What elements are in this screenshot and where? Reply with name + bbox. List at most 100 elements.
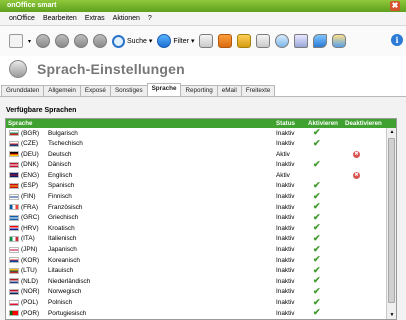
activate-check-icon[interactable]: ✔ — [313, 233, 321, 244]
filter-button[interactable]: Filter ▾ — [157, 34, 194, 48]
search-dropdown-icon: ▾ — [148, 38, 153, 45]
status-text: Aktiv — [276, 150, 290, 158]
scroll-down-icon[interactable]: ▼ — [388, 312, 396, 319]
tab-email[interactable]: eMail — [216, 85, 242, 96]
table-row[interactable]: (GRC) Griechisch Inaktiv ✔ — [6, 212, 386, 224]
activate-check-icon[interactable]: ✔ — [313, 127, 321, 138]
tab-freitexte[interactable]: Freitexte — [240, 85, 276, 96]
tab-allgemein[interactable]: Allgemein — [43, 85, 81, 96]
table-row[interactable]: (DEU) Deutsch Aktiv ✖ — [6, 149, 386, 160]
tab-expose[interactable]: Exposé — [79, 85, 111, 96]
vertical-scrollbar[interactable]: ▲ ▼ — [386, 128, 396, 319]
status-text: Inaktiv — [276, 277, 295, 285]
deactivate-delete-icon[interactable]: ✖ — [353, 171, 360, 179]
table-row[interactable]: (NOR) Norwegisch Inaktiv ✔ — [6, 286, 386, 298]
flag-icon — [9, 299, 19, 306]
tab-sonstiges[interactable]: Sonstiges — [109, 85, 148, 96]
table-row[interactable]: (BGR) Bulgarisch Inaktiv ✔ — [6, 127, 386, 139]
activate-check-icon[interactable]: ✔ — [313, 201, 321, 212]
forward-icon[interactable] — [55, 34, 70, 48]
activate-check-icon[interactable]: ✔ — [313, 275, 321, 286]
menu-item-extras[interactable]: Extras — [85, 15, 105, 22]
info-icon[interactable]: i — [391, 34, 403, 46]
table-row[interactable]: (HRV) Kroatisch Inaktiv ✔ — [6, 222, 386, 234]
menu-item-bearbeiten[interactable]: Bearbeiten — [43, 15, 77, 22]
close-icon[interactable]: ✖ — [390, 1, 400, 11]
language-code: (HRV) — [21, 224, 39, 232]
tab-sprache[interactable]: Sprache — [146, 83, 182, 96]
language-code: (ITA) — [21, 235, 35, 243]
languages-grid: Sprache Status Aktivieren Deaktivieren (… — [5, 118, 397, 320]
table-row[interactable]: (ENG) Englisch Aktiv ✖ — [6, 170, 386, 181]
activate-check-icon[interactable]: ✔ — [313, 138, 321, 149]
table-row[interactable]: (DNK) Dänisch Inaktiv ✔ — [6, 159, 386, 171]
activate-check-icon[interactable]: ✔ — [313, 307, 321, 318]
search-button[interactable]: Suche ▾ — [112, 34, 153, 48]
tab-grunddaten[interactable]: Grunddaten — [1, 85, 45, 96]
back-icon[interactable] — [36, 34, 51, 48]
language-code: (FIN) — [21, 193, 36, 201]
language-name: Litauisch — [48, 267, 74, 275]
language-name: Koreanisch — [48, 256, 80, 264]
page-header: Sprach-Einstellungen — [0, 56, 406, 82]
new-document-icon[interactable] — [9, 34, 23, 48]
table-row[interactable]: (ITA) Italienisch Inaktiv ✔ — [6, 233, 386, 245]
activate-check-icon[interactable]: ✔ — [313, 286, 321, 297]
flag-icon — [9, 246, 19, 253]
activate-check-icon[interactable]: ✔ — [313, 159, 321, 170]
new-dropdown-icon[interactable]: ▾ — [28, 38, 31, 45]
column-header-sprache[interactable]: Sprache — [8, 120, 32, 127]
last-icon[interactable] — [93, 34, 108, 48]
menu-item-onoffice[interactable]: onOffice — [9, 15, 35, 22]
first-icon[interactable] — [74, 34, 89, 48]
table-row[interactable]: (POR) Portugiesisch Inaktiv ✔ — [6, 307, 386, 319]
menu-bar: onOffice Bearbeiten Extras Aktionen ? — [0, 12, 406, 26]
column-header-aktivieren[interactable]: Aktivieren — [308, 120, 338, 127]
status-text: Inaktiv — [276, 140, 295, 148]
language-code: (LTU) — [21, 267, 37, 275]
estate-icon[interactable] — [218, 34, 233, 48]
scroll-thumb[interactable] — [388, 138, 395, 303]
activate-check-icon[interactable]: ✔ — [313, 222, 321, 233]
table-row[interactable]: (FIN) Finnisch Inaktiv ✔ — [6, 191, 386, 203]
tasks-icon[interactable] — [294, 34, 309, 48]
activate-check-icon[interactable]: ✔ — [313, 297, 321, 308]
email-icon[interactable] — [256, 34, 271, 48]
activate-check-icon[interactable]: ✔ — [313, 180, 321, 191]
recycle-icon[interactable] — [199, 34, 214, 48]
calendar-clock-icon[interactable] — [275, 34, 290, 48]
menu-item-aktionen[interactable]: Aktionen — [113, 15, 140, 22]
table-row[interactable]: (KOR) Koreanisch Inaktiv ✔ — [6, 254, 386, 266]
table-row[interactable]: (LTU) Litauisch Inaktiv ✔ — [6, 265, 386, 277]
flag-icon — [9, 182, 19, 189]
language-name: Portugiesisch — [48, 309, 87, 317]
table-row[interactable]: (JPN) Japanisch Inaktiv ✔ — [6, 244, 386, 256]
column-header-deaktivieren[interactable]: Deaktivieren — [345, 120, 382, 127]
table-row[interactable]: (POL) Polnisch Inaktiv ✔ — [6, 297, 386, 309]
contacts-icon[interactable] — [237, 34, 252, 48]
activate-check-icon[interactable]: ✔ — [313, 254, 321, 265]
search-label: Suche — [127, 37, 147, 45]
flag-icon — [9, 214, 19, 221]
page-title: Sprach-Einstellungen — [37, 61, 185, 77]
scroll-up-icon[interactable]: ▲ — [388, 129, 396, 136]
activate-check-icon[interactable]: ✔ — [313, 265, 321, 276]
marketing-icon[interactable] — [332, 34, 347, 48]
flag-icon — [9, 172, 19, 179]
flag-icon — [9, 204, 19, 211]
content-panel: Verfügbare Sprachen Sprache Status Aktiv… — [0, 97, 406, 320]
section-title: Verfügbare Sprachen — [6, 107, 77, 114]
grid-rows: (BGR) Bulgarisch Inaktiv ✔ (CZE) Tschechisch I… — [6, 127, 386, 319]
internet-explorer-icon[interactable] — [313, 34, 328, 48]
table-row[interactable]: (NLD) Niederländisch Inaktiv ✔ — [6, 275, 386, 287]
activate-check-icon[interactable]: ✔ — [313, 244, 321, 255]
tab-reporting[interactable]: Reporting — [180, 85, 218, 96]
activate-check-icon[interactable]: ✔ — [313, 212, 321, 223]
column-header-status[interactable]: Status — [276, 120, 295, 127]
table-row[interactable]: (CZE) Tschechisch Inaktiv ✔ — [6, 138, 386, 150]
table-row[interactable]: (ESP) Spanisch Inaktiv ✔ — [6, 180, 386, 192]
activate-check-icon[interactable]: ✔ — [313, 191, 321, 202]
menu-item-help[interactable]: ? — [148, 15, 152, 22]
deactivate-delete-icon[interactable]: ✖ — [353, 150, 360, 158]
table-row[interactable]: (FRA) Französisch Inaktiv ✔ — [6, 201, 386, 213]
